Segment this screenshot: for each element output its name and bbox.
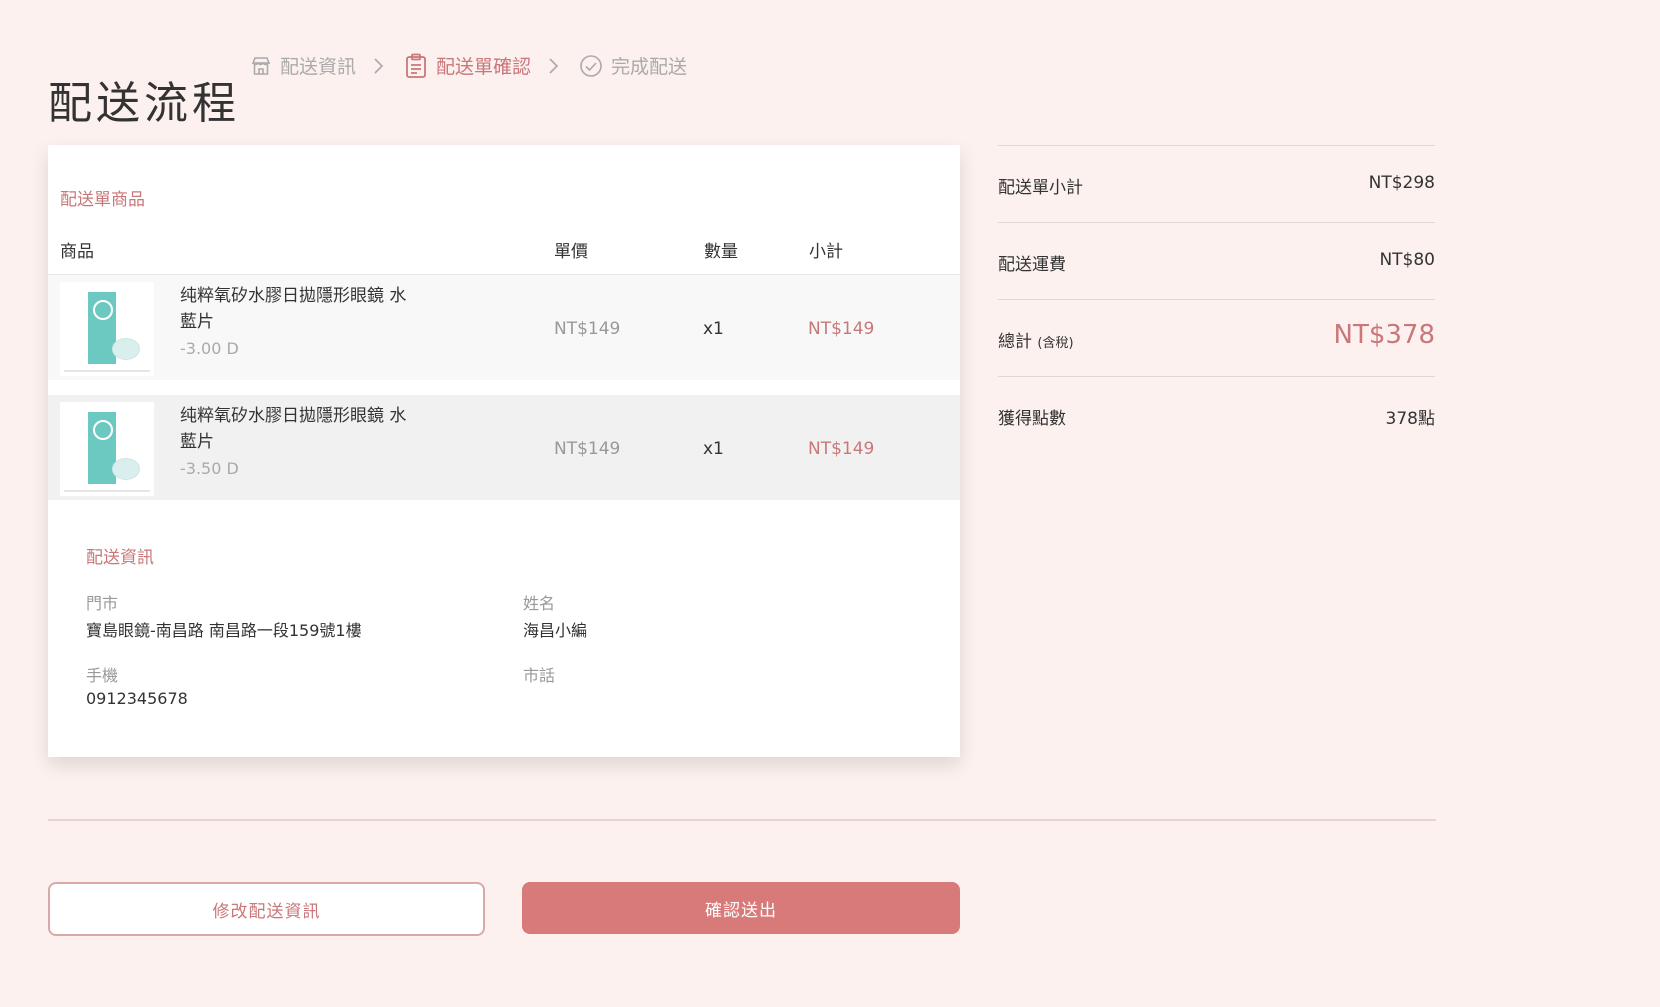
subtotal-label: 配送單小計 [998,178,1083,198]
total-label: 總計 [998,332,1032,352]
mobile-value: 0912345678 [86,689,188,708]
shipping-value: NT$80 [1379,250,1435,270]
column-qty: 數量 [704,242,738,262]
column-price: 單價 [554,242,588,262]
check-circle-icon [579,54,603,78]
table-header: 商品 單價 數量 小計 [48,237,960,267]
name-value: 海昌小編 [523,621,588,640]
delivery-section-title: 配送資訊 [86,548,154,568]
edit-delivery-button[interactable]: 修改配送資訊 [48,882,485,936]
summary-total-row: 總計 (含稅) NT$378 [998,299,1435,376]
step-label: 完成配送 [611,56,688,78]
column-subtotal: 小計 [809,242,843,262]
table-row: 纯粹氧矽水膠日拋隱形眼鏡 水藍片 -3.50 D NT$149 x1 NT$14… [48,395,960,500]
column-product: 商品 [60,242,94,262]
progress-steps: 配送資訊 配送單確認 完成配送 [250,52,687,79]
store-label: 門市 [86,594,119,613]
summary-subtotal-row: 配送單小計 NT$298 [998,145,1435,222]
table-row: 纯粹氧矽水膠日拋隱形眼鏡 水藍片 -3.00 D NT$149 x1 NT$14… [48,275,960,380]
product-name: 纯粹氧矽水膠日拋隱形眼鏡 水藍片 [180,286,407,332]
submit-button[interactable]: 確認送出 [522,882,960,934]
product-subtotal: NT$149 [808,319,875,339]
product-subtotal: NT$149 [808,439,875,459]
product-image [60,282,154,376]
mobile-label: 手機 [86,666,119,685]
product-spec: -3.00 D [180,339,239,358]
order-summary: 配送單小計 NT$298 配送運費 NT$80 總計 (含稅) NT$378 獲… [998,145,1435,453]
product-price: NT$149 [554,439,621,459]
step-confirm[interactable]: 配送單確認 [404,52,531,79]
step-label: 配送資訊 [280,56,357,78]
product-price: NT$149 [554,319,621,339]
product-qty: x1 [703,439,724,459]
name-label: 姓名 [523,594,556,613]
product-qty: x1 [703,319,724,339]
step-delivery-info[interactable]: 配送資訊 [250,52,356,79]
total-value: NT$378 [1333,320,1436,350]
chevron-right-icon [547,57,559,75]
total-label-group: 總計 (含稅) [998,327,1074,352]
chevron-right-icon [372,57,384,75]
product-name: 纯粹氧矽水膠日拋隱形眼鏡 水藍片 [180,406,407,452]
summary-points-row: 獲得點數 378點 [998,376,1435,453]
step-label: 配送單確認 [436,56,532,78]
product-image [60,402,154,496]
order-section-title: 配送單商品 [60,190,145,210]
store-icon [250,55,272,77]
step-complete[interactable]: 完成配送 [579,52,687,79]
order-card: 配送單商品 商品 單價 數量 小計 纯粹氧矽水膠日拋隱形眼鏡 水藍片 -3.00… [48,145,960,757]
summary-shipping-row: 配送運費 NT$80 [998,222,1435,299]
shipping-label: 配送運費 [998,255,1066,275]
phone-label: 市話 [523,666,556,685]
page-title: 配送流程 [48,78,240,130]
store-value: 寶島眼鏡-南昌路 南昌路一段159號1樓 [86,621,362,640]
product-spec: -3.50 D [180,459,239,478]
total-note: (含稅) [1037,336,1074,351]
points-label: 獲得點數 [998,409,1066,429]
points-value: 378點 [1385,409,1435,429]
divider [48,819,1436,821]
subtotal-value: NT$298 [1368,173,1435,193]
clipboard-icon [404,53,428,79]
